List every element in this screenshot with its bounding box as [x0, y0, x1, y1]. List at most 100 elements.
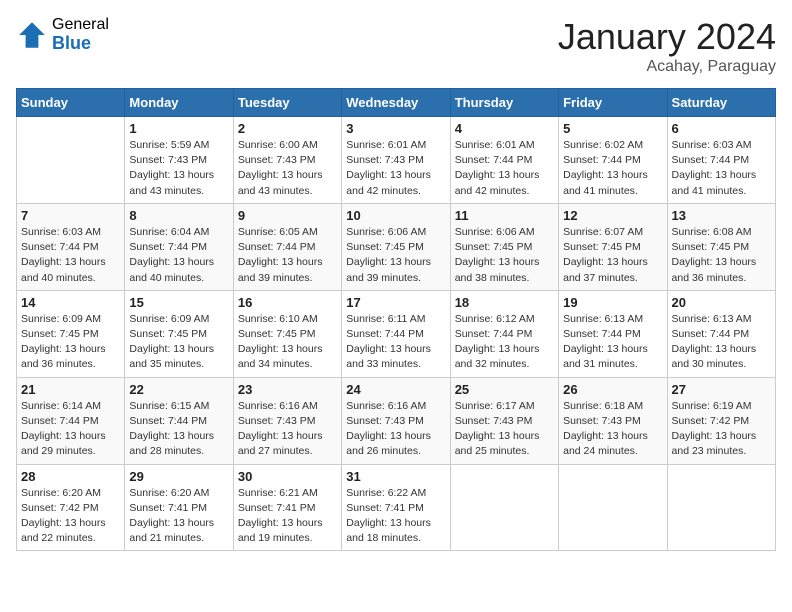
calendar-cell: 19 Sunrise: 6:13 AM Sunset: 7:44 PM Dayli…	[559, 290, 667, 377]
day-info: Sunrise: 6:20 AM Sunset: 7:41 PM Dayligh…	[129, 486, 228, 547]
day-number: 6	[672, 121, 771, 136]
day-number: 12	[563, 208, 662, 223]
day-info: Sunrise: 6:12 AM Sunset: 7:44 PM Dayligh…	[455, 312, 554, 373]
day-number: 3	[346, 121, 445, 136]
calendar-cell: 9Sunrise: 6:05 AM Sunset: 7:44 PM Daylig…	[233, 203, 341, 290]
day-number: 4	[455, 121, 554, 136]
day-number: 8	[129, 208, 228, 223]
calendar-cell: 8 Sunrise: 6:04 AM Sunset: 7:44 PM Daylig…	[125, 203, 233, 290]
day-info: Sunrise: 6:22 AM Sunset: 7:41 PM Dayligh…	[346, 486, 445, 547]
calendar-cell: 24 Sunrise: 6:16 AM Sunset: 7:43 PM Dayli…	[342, 377, 450, 464]
day-info: Sunrise: 6:13 AM Sunset: 7:44 PM Dayligh…	[563, 312, 662, 373]
day-info: Sunrise: 6:20 AM Sunset: 7:42 PM Dayligh…	[21, 486, 120, 547]
day-info: Sunrise: 6:03 AM Sunset: 7:44 PM Dayligh…	[21, 225, 120, 286]
day-info: Sunrise: 6:11 AM Sunset: 7:44 PM Dayligh…	[346, 312, 445, 373]
day-info: Sunrise: 6:06 AM Sunset: 7:45 PM Dayligh…	[346, 225, 445, 286]
calendar-cell: 27Sunrise: 6:19 AM Sunset: 7:42 PM Dayli…	[667, 377, 775, 464]
calendar-week-row: 28 Sunrise: 6:20 AM Sunset: 7:42 PM Dayli…	[17, 464, 776, 551]
calendar-cell: 6Sunrise: 6:03 AM Sunset: 7:44 PM Daylig…	[667, 117, 775, 204]
day-info: Sunrise: 6:13 AM Sunset: 7:44 PM Dayligh…	[672, 312, 771, 373]
weekday-header-cell: Saturday	[667, 89, 775, 117]
calendar-cell: 14 Sunrise: 6:09 AM Sunset: 7:45 PM Dayli…	[17, 290, 125, 377]
day-number: 17	[346, 295, 445, 310]
calendar-table: SundayMondayTuesdayWednesdayThursdayFrid…	[16, 88, 776, 551]
calendar-cell: 31 Sunrise: 6:22 AM Sunset: 7:41 PM Dayli…	[342, 464, 450, 551]
day-number: 15	[129, 295, 228, 310]
location-subtitle: Acahay, Paraguay	[558, 58, 776, 76]
weekday-header-cell: Sunday	[17, 89, 125, 117]
day-info: Sunrise: 6:14 AM Sunset: 7:44 PM Dayligh…	[21, 399, 120, 460]
day-number: 29	[129, 469, 228, 484]
logo-icon	[16, 19, 48, 51]
day-number: 16	[238, 295, 337, 310]
day-info: Sunrise: 6:09 AM Sunset: 7:45 PM Dayligh…	[21, 312, 120, 373]
title-block: January 2024 Acahay, Paraguay	[558, 16, 776, 76]
calendar-cell: 20 Sunrise: 6:13 AM Sunset: 7:44 PM Dayli…	[667, 290, 775, 377]
calendar-cell: 18 Sunrise: 6:12 AM Sunset: 7:44 PM Dayli…	[450, 290, 558, 377]
day-info: Sunrise: 6:00 AM Sunset: 7:43 PM Dayligh…	[238, 138, 337, 199]
calendar-cell: 7 Sunrise: 6:03 AM Sunset: 7:44 PM Daylig…	[17, 203, 125, 290]
calendar-body: 1Sunrise: 5:59 AM Sunset: 7:43 PM Daylig…	[17, 117, 776, 551]
day-number: 19	[563, 295, 662, 310]
day-number: 24	[346, 382, 445, 397]
day-info: Sunrise: 6:18 AM Sunset: 7:43 PM Dayligh…	[563, 399, 662, 460]
calendar-cell: 29 Sunrise: 6:20 AM Sunset: 7:41 PM Dayli…	[125, 464, 233, 551]
day-info: Sunrise: 6:09 AM Sunset: 7:45 PM Dayligh…	[129, 312, 228, 373]
day-info: Sunrise: 6:16 AM Sunset: 7:43 PM Dayligh…	[238, 399, 337, 460]
calendar-cell	[667, 464, 775, 551]
calendar-cell: 21Sunrise: 6:14 AM Sunset: 7:44 PM Dayli…	[17, 377, 125, 464]
calendar-cell: 11 Sunrise: 6:06 AM Sunset: 7:45 PM Dayli…	[450, 203, 558, 290]
calendar-week-row: 1Sunrise: 5:59 AM Sunset: 7:43 PM Daylig…	[17, 117, 776, 204]
calendar-cell: 10Sunrise: 6:06 AM Sunset: 7:45 PM Dayli…	[342, 203, 450, 290]
day-info: Sunrise: 6:01 AM Sunset: 7:44 PM Dayligh…	[455, 138, 554, 199]
weekday-header-cell: Monday	[125, 89, 233, 117]
logo-general: General	[52, 16, 109, 34]
day-number: 27	[672, 382, 771, 397]
day-info: Sunrise: 6:17 AM Sunset: 7:43 PM Dayligh…	[455, 399, 554, 460]
day-info: Sunrise: 6:16 AM Sunset: 7:43 PM Dayligh…	[346, 399, 445, 460]
day-number: 30	[238, 469, 337, 484]
day-number: 23	[238, 382, 337, 397]
day-number: 14	[21, 295, 120, 310]
day-number: 22	[129, 382, 228, 397]
weekday-header-cell: Wednesday	[342, 89, 450, 117]
day-number: 28	[21, 469, 120, 484]
day-info: Sunrise: 6:05 AM Sunset: 7:44 PM Dayligh…	[238, 225, 337, 286]
logo-text: General Blue	[52, 16, 109, 53]
day-number: 18	[455, 295, 554, 310]
day-number: 7	[21, 208, 120, 223]
day-info: Sunrise: 6:04 AM Sunset: 7:44 PM Dayligh…	[129, 225, 228, 286]
calendar-cell: 28 Sunrise: 6:20 AM Sunset: 7:42 PM Dayli…	[17, 464, 125, 551]
day-info: Sunrise: 6:06 AM Sunset: 7:45 PM Dayligh…	[455, 225, 554, 286]
day-number: 11	[455, 208, 554, 223]
calendar-cell: 16 Sunrise: 6:10 AM Sunset: 7:45 PM Dayli…	[233, 290, 341, 377]
calendar-cell: 12 Sunrise: 6:07 AM Sunset: 7:45 PM Dayli…	[559, 203, 667, 290]
day-number: 25	[455, 382, 554, 397]
calendar-cell: 17 Sunrise: 6:11 AM Sunset: 7:44 PM Dayli…	[342, 290, 450, 377]
calendar-week-row: 7 Sunrise: 6:03 AM Sunset: 7:44 PM Daylig…	[17, 203, 776, 290]
day-number: 26	[563, 382, 662, 397]
calendar-cell	[450, 464, 558, 551]
calendar-cell: 25 Sunrise: 6:17 AM Sunset: 7:43 PM Dayli…	[450, 377, 558, 464]
day-number: 5	[563, 121, 662, 136]
day-info: Sunrise: 5:59 AM Sunset: 7:43 PM Dayligh…	[129, 138, 228, 199]
day-info: Sunrise: 6:10 AM Sunset: 7:45 PM Dayligh…	[238, 312, 337, 373]
calendar-cell: 4 Sunrise: 6:01 AM Sunset: 7:44 PM Daylig…	[450, 117, 558, 204]
calendar-cell: 3 Sunrise: 6:01 AM Sunset: 7:43 PM Daylig…	[342, 117, 450, 204]
calendar-week-row: 21Sunrise: 6:14 AM Sunset: 7:44 PM Dayli…	[17, 377, 776, 464]
day-info: Sunrise: 6:07 AM Sunset: 7:45 PM Dayligh…	[563, 225, 662, 286]
calendar-cell	[17, 117, 125, 204]
day-info: Sunrise: 6:15 AM Sunset: 7:44 PM Dayligh…	[129, 399, 228, 460]
calendar-week-row: 14 Sunrise: 6:09 AM Sunset: 7:45 PM Dayli…	[17, 290, 776, 377]
day-number: 20	[672, 295, 771, 310]
weekday-header-cell: Thursday	[450, 89, 558, 117]
day-info: Sunrise: 6:02 AM Sunset: 7:44 PM Dayligh…	[563, 138, 662, 199]
day-info: Sunrise: 6:21 AM Sunset: 7:41 PM Dayligh…	[238, 486, 337, 547]
day-info: Sunrise: 6:01 AM Sunset: 7:43 PM Dayligh…	[346, 138, 445, 199]
day-number: 31	[346, 469, 445, 484]
day-info: Sunrise: 6:08 AM Sunset: 7:45 PM Dayligh…	[672, 225, 771, 286]
calendar-cell	[559, 464, 667, 551]
calendar-cell: 13Sunrise: 6:08 AM Sunset: 7:45 PM Dayli…	[667, 203, 775, 290]
calendar-cell: 1Sunrise: 5:59 AM Sunset: 7:43 PM Daylig…	[125, 117, 233, 204]
weekday-header-cell: Friday	[559, 89, 667, 117]
